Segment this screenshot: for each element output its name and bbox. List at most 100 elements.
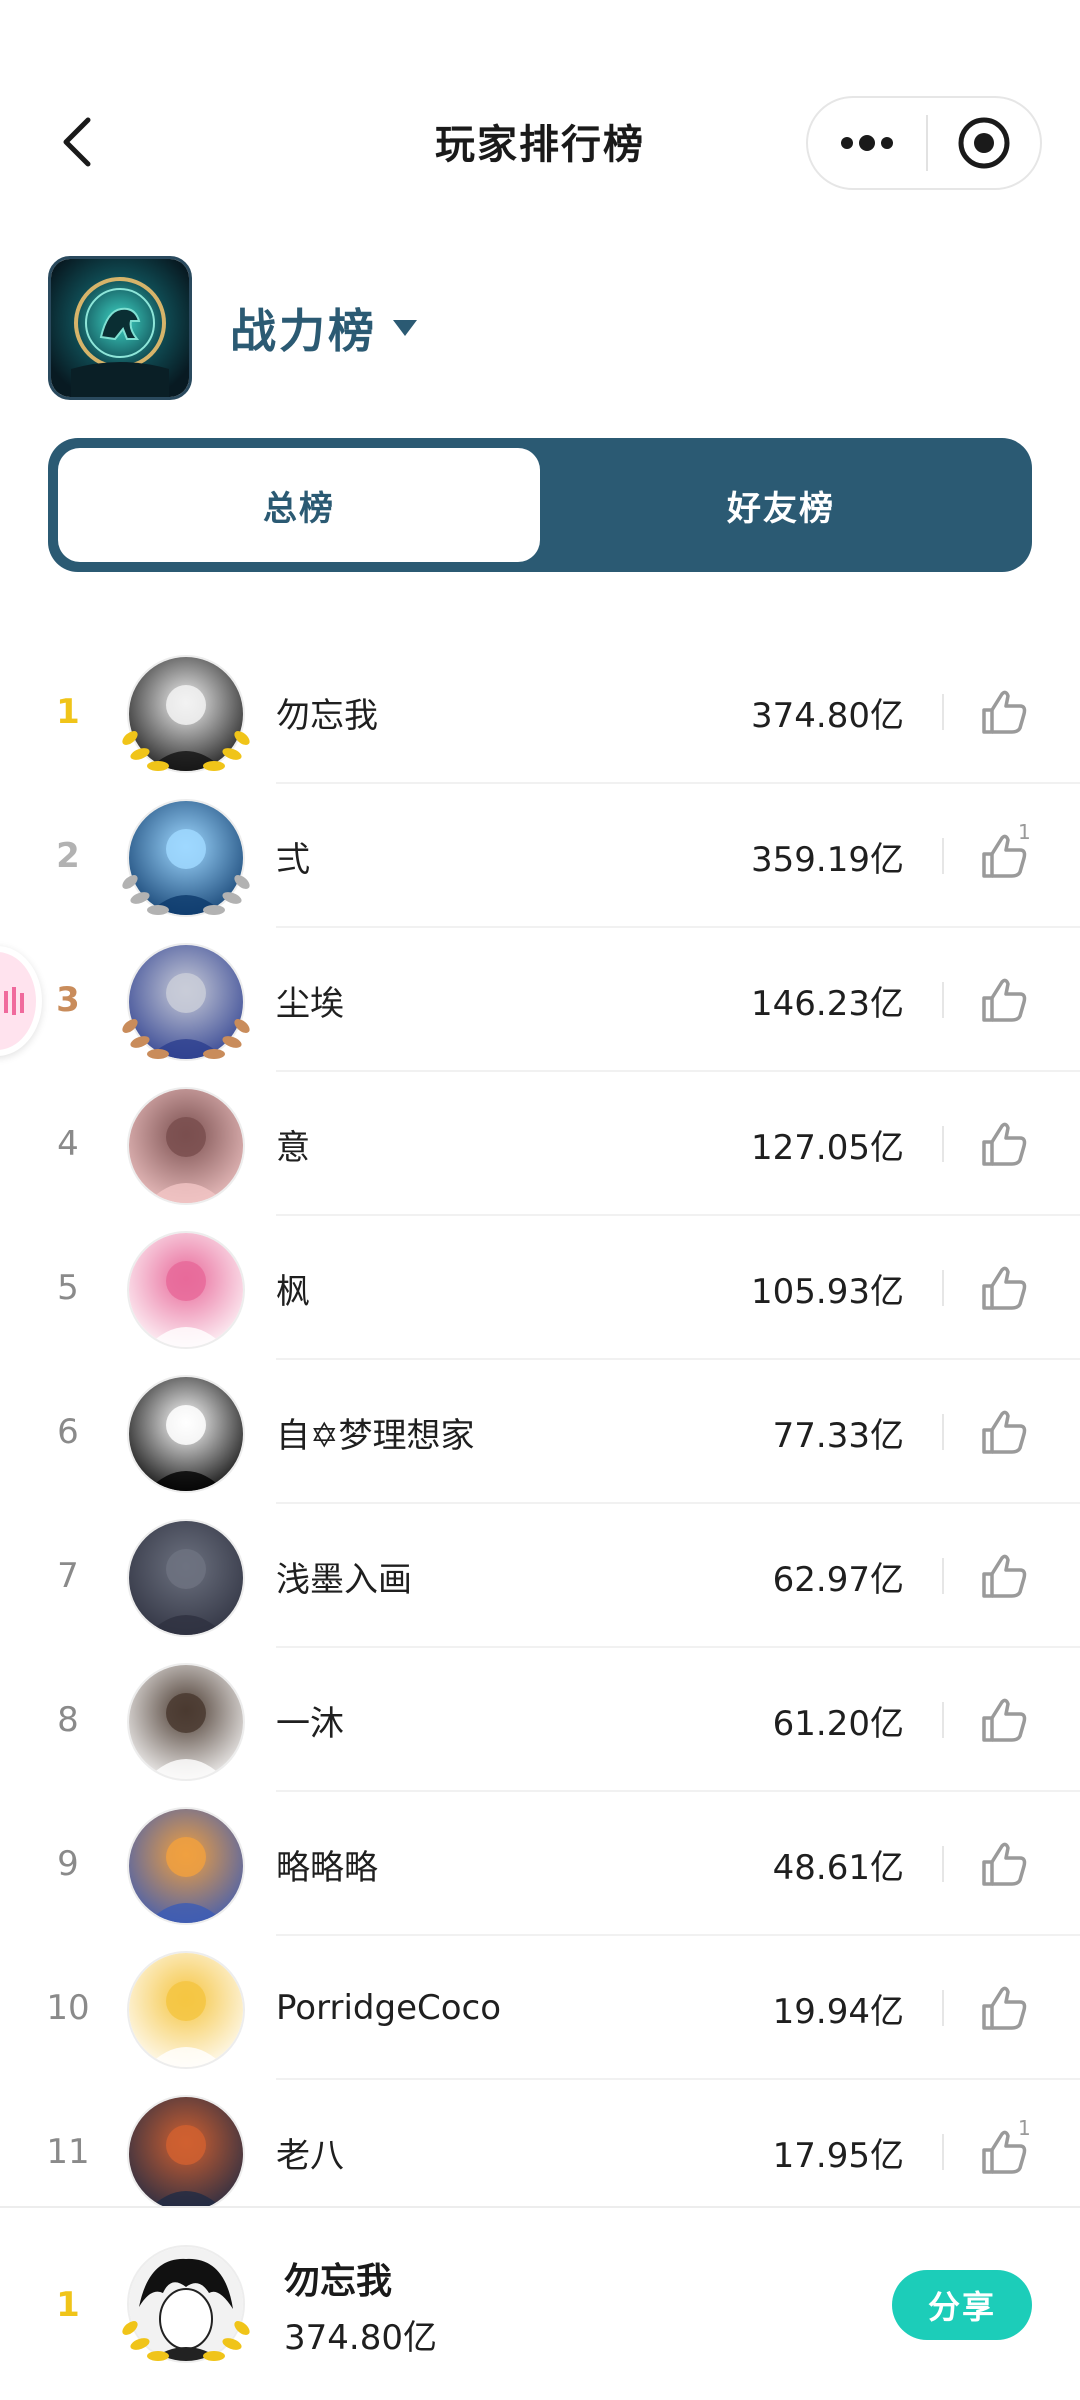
miniprogram-capsule [806,96,1042,190]
like-button[interactable] [976,1260,1032,1316]
leaderboard-row[interactable]: 7 浅墨入画 62.97亿 [0,1504,1080,1648]
close-miniprogram-button[interactable] [928,98,1040,188]
avatar-wrap [124,1372,248,1496]
player-name: 老八 [276,2135,344,2176]
player-name: PorridgeCoco [276,1988,502,2028]
player-score: 61.20亿 [772,1703,904,1744]
share-button[interactable]: 分享 [892,2270,1032,2340]
leaderboard-list: 1 勿忘我 374.80亿 2 弍 359.19亿 1 3 尘埃 146.23亿 4 意 127.05亿… [0,640,1080,2224]
row-divider [942,982,944,1018]
leaderboard-row[interactable]: 6 自✡梦理想家 77.33亿 [0,1360,1080,1504]
player-name: 意 [276,1127,310,1168]
thumbs-up-icon [982,978,1027,1022]
avatar-wrap [122,796,250,920]
my-name: 勿忘我 [284,2261,393,2302]
thumbs-up-icon [982,1266,1027,1310]
row-divider [942,1702,944,1738]
thumbs-up-icon [982,1986,1027,2030]
row-divider [942,2134,944,2170]
player-name: 浅墨入画 [276,1559,412,1600]
player-score: 359.19亿 [751,839,904,880]
row-divider [942,838,944,874]
avatar[interactable] [127,2095,245,2213]
avatar[interactable] [127,1519,245,1637]
thumbs-up-icon [982,1410,1027,1454]
avatar[interactable] [127,1807,245,1925]
rank-number: 4 [57,1124,79,1164]
like-count: 1 [1018,820,1031,844]
like-button[interactable] [976,1116,1032,1172]
avatar-wrap [124,1228,248,1352]
rank-number: 10 [46,1988,90,2028]
silver-laurel-icon [122,875,250,915]
player-score: 19.94亿 [772,1991,904,2032]
like-button[interactable] [976,972,1032,1028]
player-name: 勿忘我 [276,695,378,736]
avatar[interactable] [127,1663,245,1781]
avatar[interactable] [127,1087,245,1205]
player-score: 105.93亿 [751,1271,904,1312]
player-score: 77.33亿 [772,1415,904,1456]
row-divider [942,1558,944,1594]
like-count: 1 [1018,2116,1031,2140]
leaderboard-row[interactable]: 1 勿忘我 374.80亿 [0,640,1080,784]
like-button[interactable] [976,684,1032,740]
row-divider [942,694,944,730]
player-score: 62.97亿 [772,1559,904,1600]
player-score: 146.23亿 [751,983,904,1024]
like-button[interactable] [976,1692,1032,1748]
thumbs-up-icon [982,1122,1027,1166]
game-header: 战力榜 [48,256,419,400]
leaderboard-row[interactable]: 9 略略略 48.61亿 [0,1792,1080,1936]
avatar-wrap [124,1660,248,1784]
leaderboard-row[interactable]: 8 一沐 61.20亿 [0,1648,1080,1792]
avatar-wrap [122,652,250,776]
player-name: 尘埃 [276,983,344,1024]
more-button[interactable] [808,98,926,188]
target-close-icon [958,117,1010,169]
row-divider [942,1414,944,1450]
game-logo-icon [51,259,189,397]
leaderboard-row[interactable]: 5 枫 105.93亿 [0,1216,1080,1360]
leaderboard-row[interactable]: 4 意 127.05亿 [0,1072,1080,1216]
caret-down-icon [393,320,417,336]
my-rank-bar: 1 勿忘我 374.80亿 分享 [0,2206,1080,2400]
leaderboard-row[interactable]: 3 尘埃 146.23亿 [0,928,1080,1072]
rank-number: 9 [57,1844,79,1884]
player-score: 127.05亿 [751,1127,904,1168]
avatar[interactable] [127,1951,245,2069]
more-dots-icon [841,135,893,151]
avatar[interactable] [127,1375,245,1493]
avatar-wrap [124,1516,248,1640]
thumbs-up-icon [982,1842,1027,1886]
player-name: 略略略 [276,1847,378,1888]
tab-friends[interactable]: 好友榜 [540,448,1022,562]
rank-number: 5 [57,1268,79,1308]
like-button[interactable] [976,1836,1032,1892]
rank-number: 11 [46,2132,90,2172]
leaderboard-row[interactable]: 2 弍 359.19亿 1 [0,784,1080,928]
player-name: 一沐 [276,1703,344,1744]
rank-number: 6 [57,1412,79,1452]
my-rank-number: 1 [56,2285,80,2325]
row-divider [942,1126,944,1162]
leaderboard-row[interactable]: 11 老八 17.95亿 1 [0,2080,1080,2224]
nav-bar: 玩家排行榜 [0,0,1080,230]
game-icon [48,256,192,400]
player-score: 17.95亿 [772,2135,904,2176]
tab-overall[interactable]: 总榜 [58,448,540,562]
avatar-wrap [122,940,250,1064]
ranking-type-selector[interactable]: 战力榜 [230,295,419,361]
like-button[interactable] [976,1548,1032,1604]
avatar[interactable] [127,1231,245,1349]
player-score: 374.80亿 [751,695,904,736]
like-button[interactable] [976,1980,1032,2036]
row-divider [942,1846,944,1882]
bronze-laurel-icon [122,1019,250,1059]
leaderboard-row[interactable]: 10 PorridgeCoco 19.94亿 [0,1936,1080,2080]
like-button[interactable] [976,1404,1032,1460]
rank-number: 3 [56,980,80,1020]
avatar-wrap [124,2092,248,2216]
rank-number: 1 [56,692,80,732]
gold-laurel-icon [122,731,250,771]
